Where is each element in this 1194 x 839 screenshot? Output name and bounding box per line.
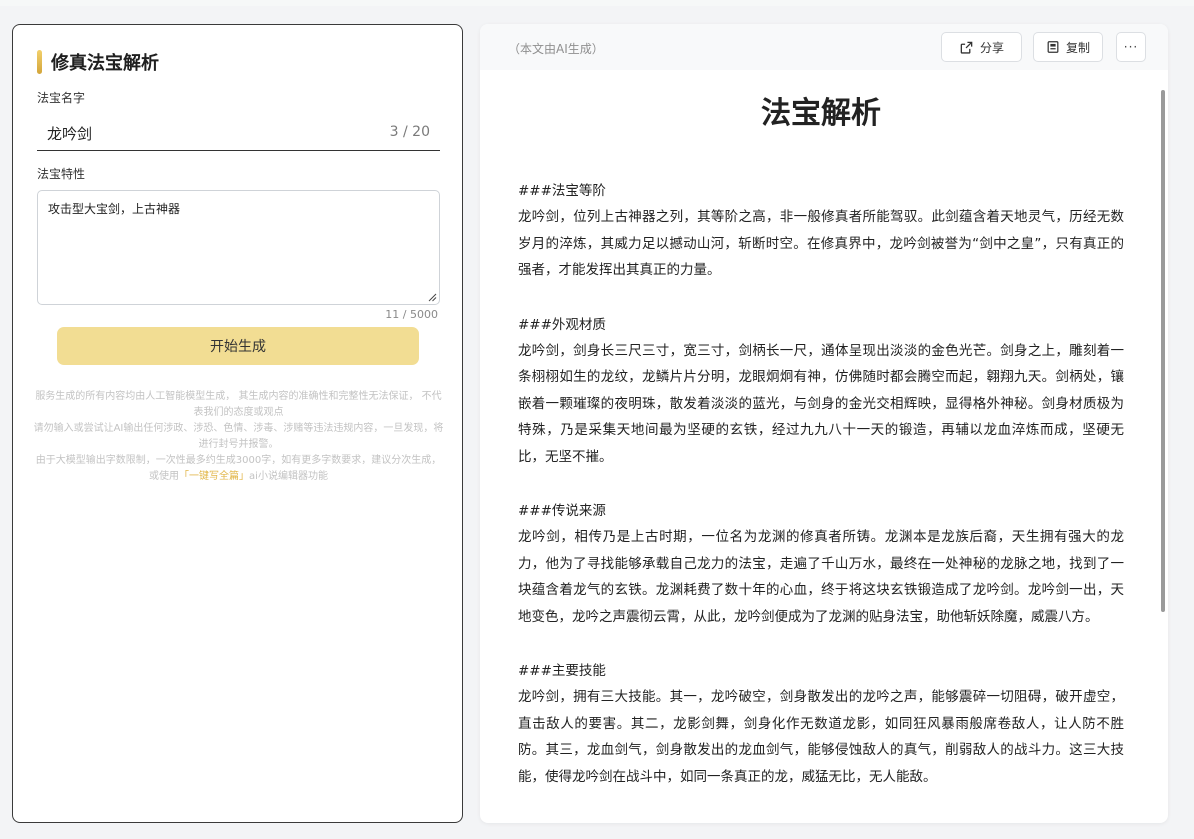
copy-icon xyxy=(1047,41,1059,53)
name-field: 3 / 20 xyxy=(37,115,440,151)
resize-handle-icon[interactable] xyxy=(427,292,437,302)
share-icon xyxy=(960,41,973,54)
name-label: 法宝名字 xyxy=(37,91,86,105)
result-panel: （本文由AI生成） 分享 复制 ··· 法宝解析 ###法宝等阶 龙吟剑，位列上… xyxy=(480,24,1168,823)
scrollbar[interactable] xyxy=(1161,90,1166,810)
section-body: 龙吟剑，剑身长三尺三寸，宽三寸，剑柄长一尺，通体呈现出淡淡的金色光芒。剑身之上，… xyxy=(518,342,1124,465)
disclaimer-line-3: 由于大模型输出字数限制，一次性最多约生成3000字，如有更多字数要求，建议分次生… xyxy=(33,453,444,485)
more-icon: ··· xyxy=(1123,40,1139,54)
section-body: 龙吟剑，位列上古神器之列，其等阶之高，非一般修真者所能驾驭。此剑蕴含着天地灵气，… xyxy=(518,209,1124,278)
section-skills: ###主要技能 龙吟剑，拥有三大技能。其一，龙吟破空，剑身散发出的龙吟之声，能够… xyxy=(518,658,1124,790)
disclaimer-line-2: 请勿输入或尝试让AI输出任何涉政、涉恐、色情、涉毒、涉赌等违法违规内容，一旦发现… xyxy=(33,423,444,450)
share-button[interactable]: 分享 xyxy=(941,32,1022,62)
input-panel: 修真法宝解析 法宝名字 3 / 20 法宝特性 攻击型大宝剑，上古神器 11 /… xyxy=(12,24,463,823)
title-accent-bar xyxy=(37,50,42,74)
section-legend: ###传说来源 龙吟剑，相传乃是上古时期，一位名为龙渊的修真者所铸。龙渊本是龙族… xyxy=(518,498,1124,630)
trait-char-count: 11 / 5000 xyxy=(385,308,438,321)
generate-button[interactable]: 开始生成 xyxy=(57,327,419,365)
trait-textarea[interactable]: 攻击型大宝剑，上古神器 xyxy=(38,191,439,304)
name-char-count: 3 / 20 xyxy=(389,124,430,140)
trait-label: 法宝特性 xyxy=(37,167,86,181)
article-title: 法宝解析 xyxy=(761,96,881,131)
result-toolbar: （本文由AI生成） 分享 复制 ··· xyxy=(480,24,1168,70)
write-full-link[interactable]: 「一键写全篇」 xyxy=(179,471,249,482)
scrollbar-thumb[interactable] xyxy=(1161,90,1165,612)
section-heading: ###法宝等阶 xyxy=(518,183,606,199)
section-body: 龙吟剑，拥有三大技能。其一，龙吟破空，剑身散发出的龙吟之声，能够震碎一切阻碍，破… xyxy=(518,689,1124,785)
disclaimer-line-1: 服务生成的所有内容均由人工智能模型生成， 其生成内容的准确性和完整性无法保证， … xyxy=(35,391,442,418)
section-appearance: ###外观材质 龙吟剑，剑身长三尺三寸，宽三寸，剑柄长一尺，通体呈现出淡淡的金色… xyxy=(518,312,1124,471)
name-input[interactable] xyxy=(47,121,347,145)
article-sections: ###法宝等阶 龙吟剑，位列上古神器之列，其等阶之高，非一般修真者所能驾驭。此剑… xyxy=(518,178,1124,818)
disclaimer: 服务生成的所有内容均由人工智能模型生成， 其生成内容的准确性和完整性无法保证， … xyxy=(33,389,444,485)
disclaimer-text-end: ai小说编辑器功能 xyxy=(249,471,328,482)
copy-label: 复制 xyxy=(1065,40,1090,55)
section-body: 龙吟剑，相传乃是上古时期，一位名为龙渊的修真者所铸。龙渊本是龙族后裔，天生拥有强… xyxy=(518,529,1124,625)
panel-title: 修真法宝解析 xyxy=(51,53,159,74)
trait-field: 攻击型大宝剑，上古神器 xyxy=(37,190,440,305)
panel-header: 修真法宝解析 xyxy=(37,49,159,75)
section-grade: ###法宝等阶 龙吟剑，位列上古神器之列，其等阶之高，非一般修真者所能驾驭。此剑… xyxy=(518,178,1124,284)
share-label: 分享 xyxy=(979,40,1004,55)
section-heading: ###主要技能 xyxy=(518,663,606,679)
ai-generated-note: （本文由AI生成） xyxy=(508,42,604,56)
more-options-button[interactable]: ··· xyxy=(1116,32,1146,62)
copy-button[interactable]: 复制 xyxy=(1033,32,1103,62)
article: 法宝解析 ###法宝等阶 龙吟剑，位列上古神器之列，其等阶之高，非一般修真者所能… xyxy=(518,94,1124,785)
top-strip xyxy=(0,0,1194,6)
section-heading: ###外观材质 xyxy=(518,316,606,333)
section-heading: ###传说来源 xyxy=(518,503,606,519)
